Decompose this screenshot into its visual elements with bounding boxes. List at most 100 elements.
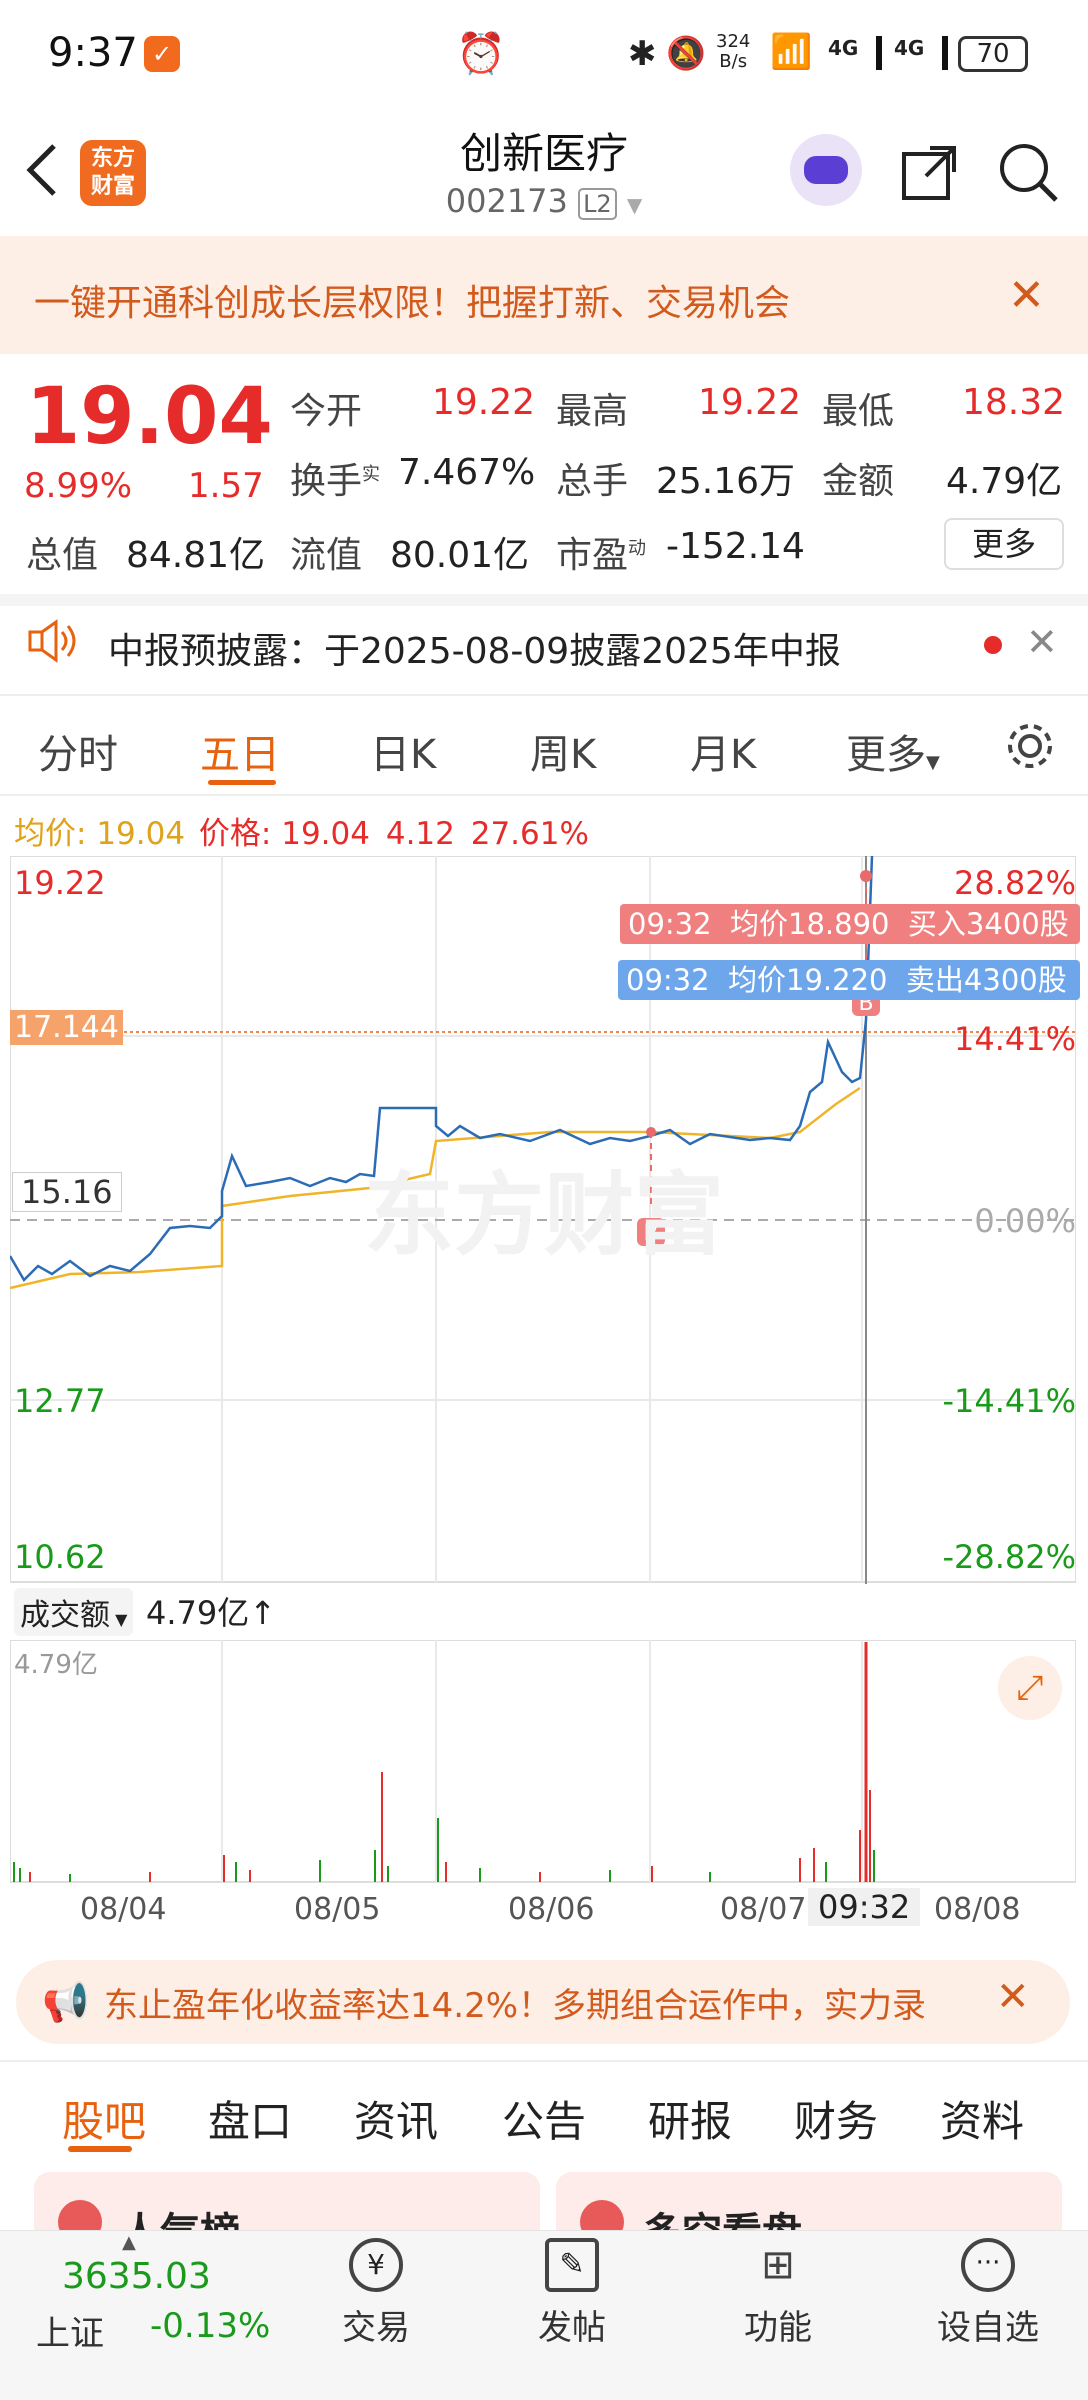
index-change[interactable]: -0.13% xyxy=(150,2306,270,2346)
app-screen: 9:37 ✓ ⏰ ✱ 🔕 324 B/s 📶 4G 4G 70 东方 财富 创新医疗… xyxy=(0,0,1088,2400)
turnover-value: 7.467% xyxy=(398,452,536,493)
axis-right-zero: 0.00% xyxy=(974,1202,1076,1240)
volume-selector[interactable]: 成交额 ▼ xyxy=(14,1588,134,1636)
chg-value: 4.12 xyxy=(385,816,455,852)
section-tab-finance[interactable]: 财务 xyxy=(794,2088,878,2149)
trade-tooltip-buy: 09:32 均价18.890 买入3400股 xyxy=(620,904,1080,944)
turnover-label: 换手实 xyxy=(290,461,381,502)
section-tab-guba[interactable]: 股吧 xyxy=(62,2088,146,2149)
index-value[interactable]: 3635.03 xyxy=(62,2256,211,2297)
index-name[interactable]: 上证 xyxy=(36,2306,104,2355)
axis-right-mid: 14.41% xyxy=(953,1020,1076,1058)
search-button[interactable] xyxy=(996,140,1060,208)
megaphone-icon: 📢 xyxy=(42,1980,90,2024)
expand-button[interactable]: ⤢ xyxy=(998,1656,1062,1720)
mcap-value: 84.81亿 xyxy=(126,535,266,576)
app-notification-icon: ✓ xyxy=(144,36,180,72)
trade-tooltip-sell: 09:32 均价19.220 卖出4300股 xyxy=(618,960,1080,1000)
tab-five-day[interactable]: 五日 xyxy=(200,722,280,780)
price-value: 19.04 xyxy=(281,816,370,852)
volume-bars xyxy=(13,1642,875,1882)
notice-dot xyxy=(984,636,1002,654)
price-label: 价格: xyxy=(198,816,272,852)
tab-fenshi[interactable]: 分时 xyxy=(38,722,118,780)
axis-left-bottom: 10.62 xyxy=(14,1538,106,1576)
watermark: 东方财富 xyxy=(364,1163,724,1268)
nav-add-watchlist[interactable]: ··· 设自选 xyxy=(928,2238,1048,2349)
tab-more[interactable]: 更多▼ xyxy=(846,722,940,780)
banner-close-icon[interactable]: ✕ xyxy=(1008,270,1045,321)
ad-text: 东止盈年化收益率达14.2%！多期组合运作中，实力录 xyxy=(104,1986,927,2026)
volume-value: 25.16万 xyxy=(656,461,796,502)
open-label: 今开 xyxy=(290,391,363,432)
nav-function[interactable]: ⊞ 功能 xyxy=(728,2238,828,2349)
promo-banner-text: 一键开通科创成长层权限！把握打新、交易机会 xyxy=(34,283,791,324)
divider xyxy=(0,2060,1088,2062)
section-tab-announce[interactable]: 公告 xyxy=(502,2088,586,2149)
low-label: 最低 xyxy=(822,391,895,432)
pct-value: 27.61% xyxy=(470,816,589,852)
axis-right-top: 28.82% xyxy=(953,864,1076,902)
alarm-icon: ⏰ xyxy=(456,31,506,77)
volume-axis-label: 4.79亿 xyxy=(14,1650,98,1680)
section-tab-news[interactable]: 资讯 xyxy=(354,2088,438,2149)
wifi-icon: 📶 xyxy=(770,32,813,72)
section-tab-underline xyxy=(68,2146,132,2152)
grid-icon: ⊞ xyxy=(761,2242,795,2288)
float-label: 流值 xyxy=(290,535,363,576)
high-label: 最高 xyxy=(556,391,629,432)
share-button[interactable] xyxy=(898,140,962,208)
axis-right-bottom: -28.82% xyxy=(942,1538,1076,1576)
pe-value: -152.14 xyxy=(666,526,805,567)
date-axis: 08/04 08/05 08/06 08/07 08/08 09:32 xyxy=(80,1888,1021,1927)
open-value: 19.22 xyxy=(432,382,536,423)
battery-icon: 70 xyxy=(958,36,1028,72)
ad-close-icon[interactable]: ✕ xyxy=(996,1974,1030,2020)
notice-close-icon[interactable]: ✕ xyxy=(1026,620,1058,664)
amount-label: 金额 xyxy=(822,461,895,502)
search-icon xyxy=(1000,144,1058,202)
axis-left-low: 12.77 xyxy=(14,1382,106,1420)
amount-value: 4.79亿 xyxy=(946,461,1063,502)
net-speed: 324 B/s xyxy=(716,31,751,72)
index-up-arrow-icon: ▲ xyxy=(122,2232,136,2253)
tab-monthly-k[interactable]: 月K xyxy=(690,722,756,780)
status-time: 9:37 xyxy=(48,30,138,76)
nav-post[interactable]: ✎ 发帖 xyxy=(522,2238,622,2349)
avg-value: 19.04 xyxy=(96,816,186,852)
volume-chart[interactable] xyxy=(10,1640,1076,1884)
divider xyxy=(0,794,1088,796)
pe-label: 市盈动 xyxy=(556,535,647,576)
share-icon xyxy=(902,146,956,200)
nav-trade[interactable]: ¥ 交易 xyxy=(326,2238,426,2349)
tab-weekly-k[interactable]: 周K xyxy=(530,722,596,780)
float-value: 80.01亿 xyxy=(390,535,530,576)
volume-value: 4.79亿↑ xyxy=(146,1594,277,1632)
more-dots-icon: ··· xyxy=(961,2238,1015,2292)
section-tab-info[interactable]: 资料 xyxy=(940,2088,1024,2149)
tab-active-underline xyxy=(208,780,276,785)
robot-assistant-icon[interactable] xyxy=(790,134,862,206)
signal-bars-1-icon xyxy=(856,36,882,70)
notice-text[interactable]: 中报预披露：于2025-08-09披露2025年中报 xyxy=(108,622,841,674)
settings-button[interactable] xyxy=(1002,718,1058,778)
mcap-label: 总值 xyxy=(26,535,99,576)
edit-icon: ✎ xyxy=(545,2238,599,2292)
last-price: 19.04 xyxy=(26,372,273,462)
more-button[interactable]: 更多 xyxy=(944,518,1064,570)
axis-left-top: 19.22 xyxy=(14,864,106,902)
section-tab-research[interactable]: 研报 xyxy=(648,2088,732,2149)
signal-bars-2-icon xyxy=(922,36,948,70)
signal-label-2: 4G xyxy=(894,36,925,60)
section-tab-pankou[interactable]: 盘口 xyxy=(208,2088,292,2149)
mute-icon: 🔕 xyxy=(666,34,706,72)
level-badge: L2 xyxy=(578,188,617,220)
chevron-down-icon: ▼ xyxy=(626,193,643,217)
stock-code: 002173 xyxy=(445,182,568,220)
speaker-icon xyxy=(24,616,80,670)
cursor-time-label: 09:32 xyxy=(808,1888,921,1926)
trade-icon: ¥ xyxy=(349,2238,403,2292)
gear-icon xyxy=(1008,724,1052,768)
tab-daily-k[interactable]: 日K xyxy=(370,722,436,780)
avg-label: 均价: xyxy=(14,816,87,852)
